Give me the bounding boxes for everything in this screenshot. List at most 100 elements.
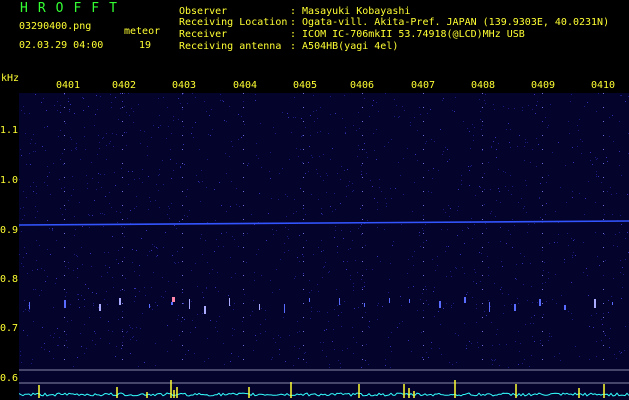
meteor-echo xyxy=(439,301,441,308)
noise-dot xyxy=(20,208,21,209)
noise-dot xyxy=(174,225,175,226)
noise-dot xyxy=(75,148,76,149)
noise-dot xyxy=(109,343,110,344)
noise-dot xyxy=(121,348,122,349)
noise-dot xyxy=(112,277,113,278)
noise-dot xyxy=(488,242,489,243)
grid-dot xyxy=(182,303,183,304)
noise-dot xyxy=(32,359,33,360)
grid-dot xyxy=(182,345,183,346)
noise-dot xyxy=(192,93,193,94)
grid-dot xyxy=(64,121,65,122)
noise-dot xyxy=(447,161,448,162)
noise-dot xyxy=(300,149,301,150)
grid-dot xyxy=(542,345,543,346)
noise-dot xyxy=(534,315,535,316)
noise-dot xyxy=(552,299,553,300)
noise-dot xyxy=(534,341,535,342)
grid-dot xyxy=(64,261,65,262)
noise-dot xyxy=(74,113,75,114)
noise-dot xyxy=(479,99,480,100)
noise-dot xyxy=(520,343,521,344)
noise-dot xyxy=(70,304,71,305)
noise-dot xyxy=(134,179,135,180)
time-tick-0403: 0403 xyxy=(172,80,197,91)
noise-dot xyxy=(572,147,573,148)
noise-dot xyxy=(433,168,434,169)
noise-dot xyxy=(210,135,211,136)
noise-dot xyxy=(254,272,255,273)
noise-dot xyxy=(480,119,481,120)
grid-dot xyxy=(362,177,363,178)
noise-dot xyxy=(361,279,362,280)
noise-dot xyxy=(332,341,333,342)
noise-dot xyxy=(455,97,456,98)
noise-dot xyxy=(192,320,193,321)
noise-dot xyxy=(243,101,244,102)
noise-dot xyxy=(232,335,233,336)
noise-dot xyxy=(584,106,585,107)
noise-dot xyxy=(311,290,312,291)
noise-dot xyxy=(518,202,519,203)
noise-dot xyxy=(215,220,216,221)
grid-dot xyxy=(482,107,483,108)
noise-dot xyxy=(155,365,156,366)
noise-dot xyxy=(32,270,33,271)
noise-dot xyxy=(95,344,96,345)
noise-dot xyxy=(47,220,48,221)
noise-dot xyxy=(566,202,567,203)
noise-dot xyxy=(385,198,386,199)
noise-dot xyxy=(69,111,70,112)
grid-dot xyxy=(362,303,363,304)
noise-dot xyxy=(187,189,188,190)
noise-dot xyxy=(549,333,550,334)
noise-dot xyxy=(23,330,24,331)
noise-dot xyxy=(205,240,206,241)
noise-dot xyxy=(621,298,622,299)
noise-dot xyxy=(469,170,470,171)
noise-dot xyxy=(28,305,29,306)
noise-dot xyxy=(28,310,29,311)
noise-dot xyxy=(155,343,156,344)
noise-dot xyxy=(611,194,612,195)
noise-dot xyxy=(153,272,154,273)
grid-dot xyxy=(303,233,304,234)
noise-dot xyxy=(349,181,350,182)
noise-dot xyxy=(485,103,486,104)
grid-dot xyxy=(423,275,424,276)
noise-dot xyxy=(211,109,212,110)
noise-dot xyxy=(506,243,507,244)
noise-dot xyxy=(20,149,21,150)
noise-dot xyxy=(499,365,500,366)
grid-dot xyxy=(64,275,65,276)
noise-dot xyxy=(374,198,375,199)
noise-dot xyxy=(158,175,159,176)
grid-dot xyxy=(122,233,123,234)
noise-dot xyxy=(228,295,229,296)
noise-dot xyxy=(127,331,128,332)
grid-dot xyxy=(303,359,304,360)
noise-dot xyxy=(334,349,335,350)
noise-dot xyxy=(231,353,232,354)
noise-dot xyxy=(619,165,620,166)
grid-dot xyxy=(122,261,123,262)
grid-dot xyxy=(182,275,183,276)
noise-dot xyxy=(401,305,402,306)
noise-dot xyxy=(89,317,90,318)
noise-dot xyxy=(265,319,266,320)
noise-dot xyxy=(130,339,131,340)
noise-dot xyxy=(136,327,137,328)
noise-dot xyxy=(449,362,450,363)
noise-dot xyxy=(591,315,592,316)
noise-dot xyxy=(545,214,546,215)
noise-dot xyxy=(317,173,318,174)
noise-dot xyxy=(55,283,56,284)
noise-dot xyxy=(57,345,58,346)
noise-dot xyxy=(437,265,438,266)
noise-dot xyxy=(402,106,403,107)
noise-dot xyxy=(525,139,526,140)
noise-dot xyxy=(100,96,101,97)
grid-dot xyxy=(64,219,65,220)
noise-dot xyxy=(559,353,560,354)
noise-dot xyxy=(116,346,117,347)
